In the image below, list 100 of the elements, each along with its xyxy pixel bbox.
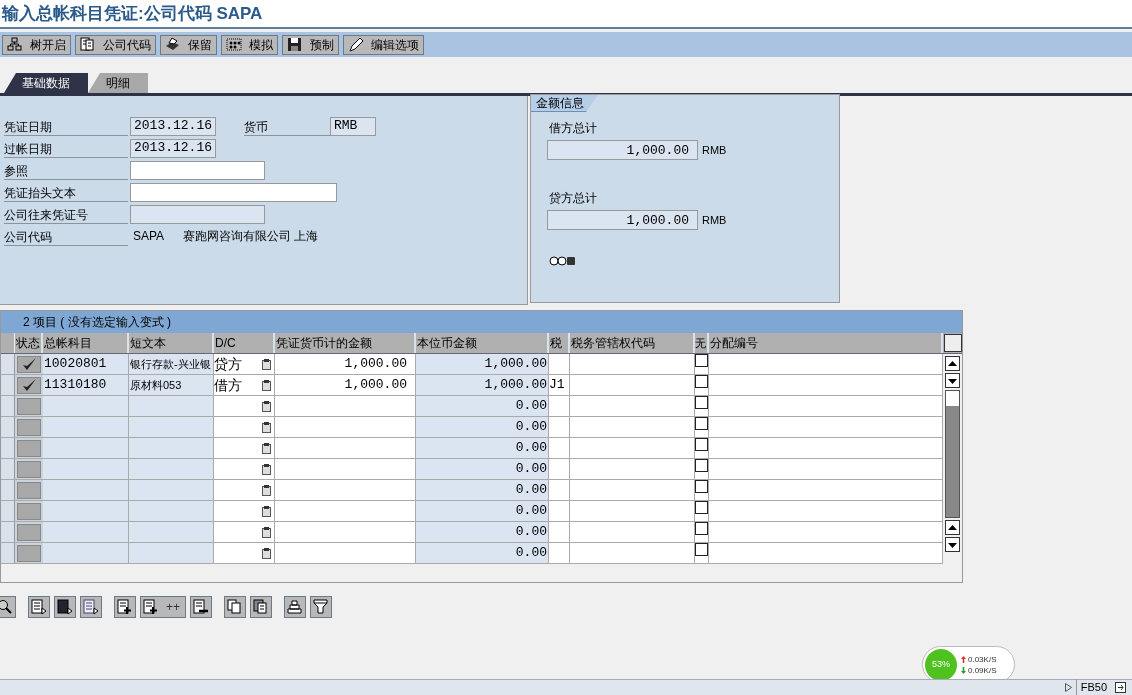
table-cell[interactable] (709, 543, 943, 563)
table-cell[interactable] (570, 522, 695, 542)
table-cell[interactable]: 0.00 (416, 543, 549, 563)
table-cell[interactable] (709, 480, 943, 500)
table-cell[interactable] (275, 501, 416, 521)
toolbar-button[interactable] (224, 596, 246, 618)
input-field[interactable]: 1,000.00 (547, 140, 698, 160)
table-cell[interactable] (570, 543, 695, 563)
table-cell[interactable] (129, 543, 214, 563)
table-cell[interactable] (214, 543, 275, 563)
checkbox[interactable] (695, 396, 708, 409)
table-cell[interactable] (709, 501, 943, 521)
table-cell[interactable] (570, 396, 695, 416)
toolbar-button[interactable] (114, 596, 136, 618)
toolbar-button[interactable] (250, 596, 272, 618)
checkbox[interactable] (695, 543, 708, 556)
table-cell[interactable] (549, 522, 570, 542)
toolbar-button[interactable] (190, 596, 212, 618)
table-cell[interactable] (570, 438, 695, 458)
toolbar-button[interactable] (28, 596, 50, 618)
table-cell[interactable] (549, 354, 570, 374)
table-cell[interactable] (709, 396, 943, 416)
table-cell[interactable]: 借方 (214, 375, 275, 395)
scroll-down-button[interactable] (945, 537, 960, 552)
checkbox[interactable] (695, 438, 708, 451)
checkbox[interactable] (695, 354, 708, 367)
toolbar-button[interactable]: 保留 (160, 34, 217, 55)
table-cell[interactable] (570, 459, 695, 479)
table-cell[interactable] (129, 438, 214, 458)
checkbox[interactable] (695, 480, 708, 493)
table-cell[interactable] (549, 438, 570, 458)
table-cell[interactable] (43, 459, 129, 479)
table-cell[interactable] (129, 459, 214, 479)
table-cell[interactable] (549, 501, 570, 521)
row-selector[interactable] (1, 438, 15, 458)
table-cell[interactable]: 原材料053 (129, 375, 214, 395)
toolbar-button[interactable]: 预制 (282, 34, 339, 55)
row-selector[interactable] (1, 501, 15, 521)
table-cell[interactable] (275, 543, 416, 563)
column-settings-icon[interactable] (944, 334, 962, 352)
table-cell[interactable] (275, 522, 416, 542)
checkbox[interactable] (695, 417, 708, 430)
scroll-thumb[interactable] (946, 391, 959, 406)
table-cell[interactable]: 1,000.00 (275, 375, 416, 395)
table-cell[interactable] (275, 459, 416, 479)
table-cell[interactable] (43, 438, 129, 458)
table-cell[interactable]: 0.00 (416, 501, 549, 521)
toolbar-button[interactable]: 模拟 (221, 34, 278, 55)
row-selector[interactable] (1, 480, 15, 500)
table-cell[interactable] (709, 354, 943, 374)
toolbar-button[interactable] (80, 596, 102, 618)
toolbar-button[interactable]: ++ (140, 596, 186, 618)
table-cell[interactable] (570, 480, 695, 500)
table-cell[interactable] (709, 375, 943, 395)
status-button[interactable] (17, 376, 41, 394)
table-cell[interactable] (129, 480, 214, 500)
table-cell[interactable] (549, 459, 570, 479)
row-selector[interactable] (1, 522, 15, 542)
table-cell[interactable] (129, 417, 214, 437)
table-cell[interactable]: 11310180 (43, 375, 129, 395)
toolbar-button[interactable] (284, 596, 306, 618)
table-cell[interactable] (43, 501, 129, 521)
scroll-up-button[interactable] (945, 356, 960, 371)
table-cell[interactable] (43, 522, 129, 542)
table-cell[interactable] (129, 396, 214, 416)
table-cell[interactable] (275, 438, 416, 458)
table-cell[interactable] (570, 354, 695, 374)
table-cell[interactable] (275, 480, 416, 500)
table-cell[interactable]: 0.00 (416, 459, 549, 479)
table-cell[interactable] (275, 417, 416, 437)
table-cell[interactable] (214, 396, 275, 416)
table-cell[interactable]: J1 (549, 375, 570, 395)
table-cell[interactable] (275, 396, 416, 416)
tab[interactable]: 基础数据 (4, 73, 88, 93)
table-cell[interactable]: 1,000.00 (416, 375, 549, 395)
input-field[interactable] (130, 182, 337, 202)
table-cell[interactable]: 0.00 (416, 480, 549, 500)
table-cell[interactable]: 10020801 (43, 354, 129, 374)
input-field[interactable] (130, 160, 265, 180)
table-cell[interactable] (129, 522, 214, 542)
table-cell[interactable] (549, 417, 570, 437)
toolbar-button[interactable] (310, 596, 332, 618)
table-cell[interactable] (709, 417, 943, 437)
table-cell[interactable]: 贷方 (214, 354, 275, 374)
checkbox[interactable] (695, 459, 708, 472)
input-field[interactable]: RMB (330, 116, 376, 136)
checkbox[interactable] (695, 375, 708, 388)
table-cell[interactable] (43, 417, 129, 437)
table-cell[interactable]: 0.00 (416, 438, 549, 458)
table-cell[interactable]: 0.00 (416, 396, 549, 416)
table-cell[interactable]: 1,000.00 (275, 354, 416, 374)
table-cell[interactable] (709, 438, 943, 458)
table-cell[interactable] (214, 417, 275, 437)
status-button[interactable] (17, 355, 41, 373)
toolbar-button[interactable]: 编辑选项 (343, 34, 424, 55)
table-cell[interactable] (214, 480, 275, 500)
table-cell[interactable]: 0.00 (416, 522, 549, 542)
row-selector[interactable] (1, 417, 15, 437)
toolbar-button[interactable]: 树开启 (2, 34, 71, 55)
table-cell[interactable] (129, 501, 214, 521)
